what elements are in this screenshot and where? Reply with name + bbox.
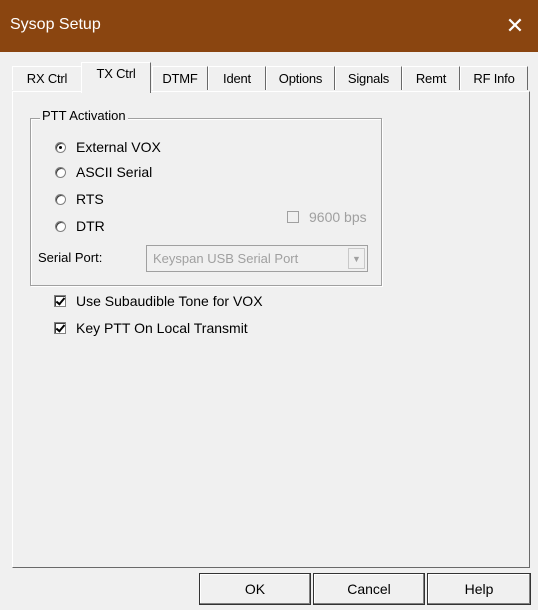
radio-button[interactable] xyxy=(55,193,66,205)
close-icon: ✕ xyxy=(505,13,525,38)
checkbox-box[interactable] xyxy=(54,295,66,307)
tab-dtmf[interactable]: DTMF xyxy=(152,66,208,90)
tab-ident[interactable]: Ident xyxy=(208,66,266,90)
checkbox-box[interactable] xyxy=(287,211,299,223)
radio-label: RTS xyxy=(76,191,104,207)
help-button[interactable]: Help xyxy=(427,573,531,605)
serial-port-value: Keyspan USB Serial Port xyxy=(153,251,299,266)
radio-ascii-serial[interactable]: ASCII Serial xyxy=(55,162,152,182)
checkbox-box[interactable] xyxy=(54,322,66,334)
checkbox-key-ptt-local[interactable]: Key PTT On Local Transmit xyxy=(54,318,248,338)
sysop-setup-dialog: Sysop Setup ✕ RX Ctrl TX Ctrl DTMF Ident… xyxy=(0,0,538,610)
close-button[interactable]: ✕ xyxy=(492,0,538,52)
radio-dtr[interactable]: DTR xyxy=(55,216,105,236)
checkbox-9600-bps[interactable]: 9600 bps xyxy=(287,207,367,227)
tab-rf-info[interactable]: RF Info xyxy=(460,66,528,90)
serial-port-select[interactable]: Keyspan USB Serial Port ▼ xyxy=(146,245,368,272)
ptt-activation-title: PTT Activation xyxy=(40,108,128,123)
checkbox-subaudible-tone[interactable]: Use Subaudible Tone for VOX xyxy=(54,291,263,311)
radio-button[interactable] xyxy=(55,220,66,232)
radio-label: DTR xyxy=(76,218,105,234)
radio-label: ASCII Serial xyxy=(76,164,153,180)
radio-button[interactable] xyxy=(55,166,66,178)
title-bar: Sysop Setup ✕ xyxy=(0,0,538,52)
cancel-button[interactable]: Cancel xyxy=(313,573,425,605)
radio-rts[interactable]: RTS xyxy=(55,189,104,209)
ok-button[interactable]: OK xyxy=(199,573,311,605)
tab-rx-ctrl[interactable]: RX Ctrl xyxy=(12,66,82,90)
tab-remt[interactable]: Remt xyxy=(402,66,460,90)
serial-port-label: Serial Port: xyxy=(38,250,103,265)
radio-external-vox[interactable]: External VOX xyxy=(55,137,161,157)
chevron-down-icon[interactable]: ▼ xyxy=(348,248,365,269)
tab-strip: RX Ctrl TX Ctrl DTMF Ident Options Signa… xyxy=(12,62,530,93)
checkbox-label: Key PTT On Local Transmit xyxy=(76,320,248,336)
checkbox-label: Use Subaudible Tone for VOX xyxy=(76,293,263,309)
checkbox-label: 9600 bps xyxy=(309,209,367,225)
tab-tx-ctrl[interactable]: TX Ctrl xyxy=(81,62,151,93)
radio-label: External VOX xyxy=(76,139,161,155)
tab-options[interactable]: Options xyxy=(266,66,335,90)
tab-signals[interactable]: Signals xyxy=(335,66,402,90)
radio-button[interactable] xyxy=(55,141,66,153)
window-title: Sysop Setup xyxy=(10,16,101,33)
